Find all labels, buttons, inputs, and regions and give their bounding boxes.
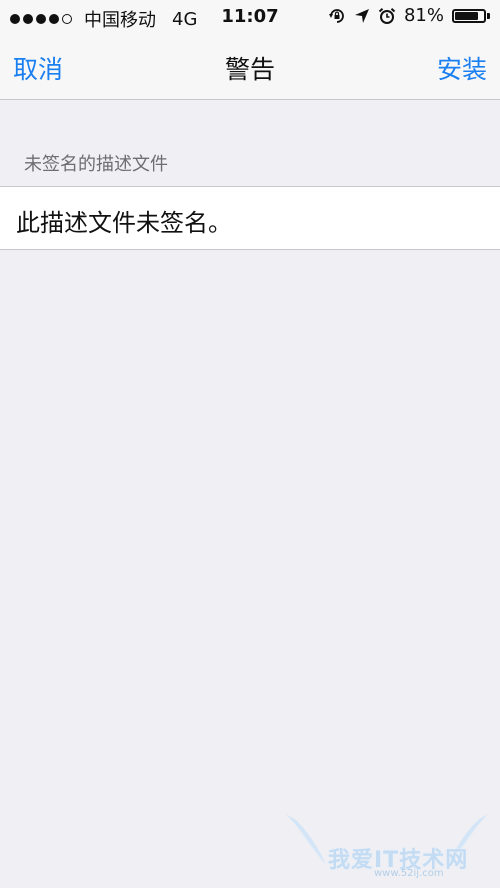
profile-info-cell: 此描述文件未签名。 [0,186,500,250]
status-right: 81% [328,5,490,26]
section-header: 未签名的描述文件 [24,154,168,175]
nav-bar: 取消 警告 安装 [0,36,500,100]
rotation-lock-icon [328,7,346,25]
cell-text: 此描述文件未签名。 [16,209,232,237]
page-title: 警告 [224,55,275,84]
status-bar: 中国移动 4G 11:07 81% [0,0,500,36]
watermark: 我爱IT技术网 www.52ij.com [282,808,492,882]
watermark-url: www.52ij.com [374,868,444,879]
battery-percent: 81% [403,5,444,26]
battery-icon [452,8,490,23]
location-arrow-icon [354,8,370,24]
install-button[interactable]: 安装 [437,50,487,86]
battery-fill [455,11,478,20]
alarm-clock-icon [378,7,396,25]
